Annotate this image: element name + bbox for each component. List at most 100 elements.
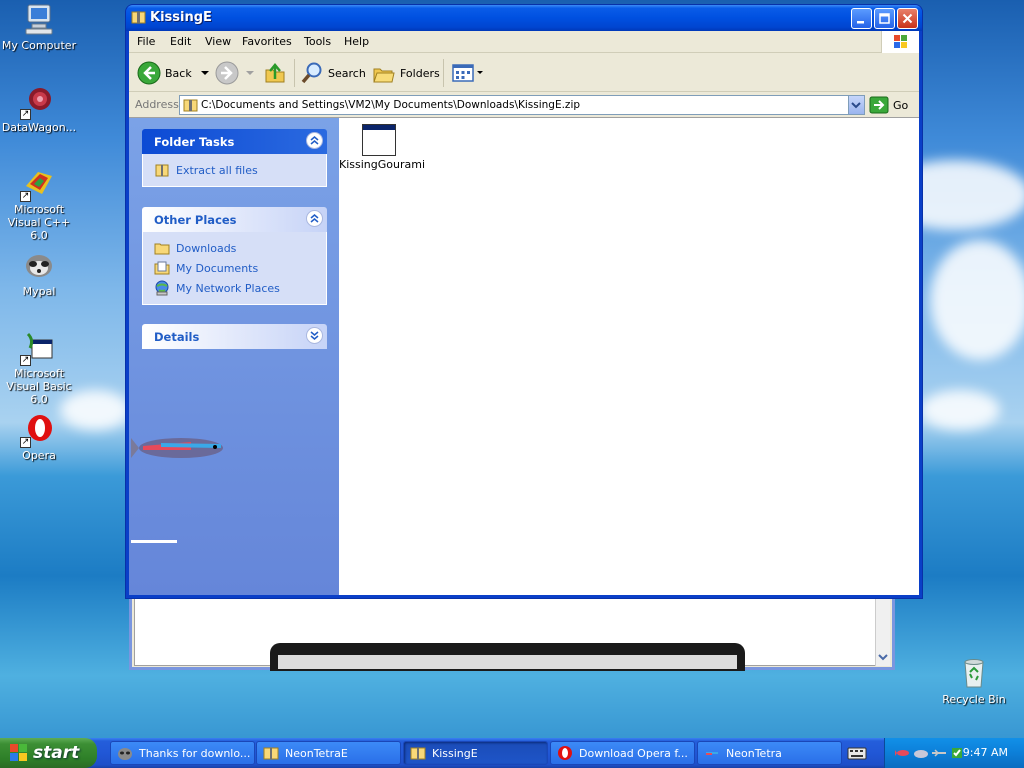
task-neontetra[interactable]: NeonTetra (697, 741, 842, 765)
address-input[interactable]: C:\Documents and Settings\VM2\My Documen… (179, 95, 865, 115)
my-computer-icon (22, 2, 56, 36)
tray-icon-network[interactable] (931, 745, 947, 761)
zip-folder-icon (183, 99, 198, 112)
task-label: Thanks for downlo... (139, 746, 251, 760)
file-name: KissingGourami (339, 158, 426, 171)
tray-icon-fish[interactable] (895, 745, 911, 761)
dropdown-arrow-icon[interactable] (243, 68, 257, 78)
menu-favorites[interactable]: Favorites (242, 35, 292, 48)
up-folder-button[interactable] (263, 59, 287, 87)
menu-bar: File Edit View Favorites Tools Help (129, 31, 919, 53)
desktop-icon-visual-cpp[interactable]: ↗ Microsoft Visual C++ 6.0 (0, 166, 78, 242)
menu-edit[interactable]: Edit (170, 35, 191, 48)
desktop-icon-recycle-bin[interactable]: Recycle Bin (935, 656, 1013, 706)
toolbar-separator (294, 59, 295, 87)
decorative-line (131, 540, 177, 543)
menu-view[interactable]: View (205, 35, 231, 48)
tray-icon-cloud[interactable] (913, 745, 929, 761)
menu-help[interactable]: Help (344, 35, 369, 48)
shortcut-arrow-icon: ↗ (20, 191, 31, 202)
zip-folder-icon (410, 747, 426, 760)
task-download-opera[interactable]: Download Opera f... (550, 741, 695, 765)
explorer-window[interactable]: KissingE File Edit View Favorites Tools … (125, 4, 923, 599)
system-tray: 9:47 AM (884, 738, 1024, 768)
folder-tasks-header[interactable]: Folder Tasks (142, 129, 327, 154)
window-title: KissingE (150, 10, 212, 25)
zip-folder-icon (131, 10, 146, 24)
back-button[interactable]: Back (137, 59, 212, 87)
fish-icon (131, 438, 223, 458)
cloud (920, 390, 1000, 430)
expand-chevron-icon[interactable] (306, 327, 323, 344)
file-item[interactable]: KissingGourami (339, 118, 426, 171)
desktop-icon-visual-basic[interactable]: ↗ Microsoft Visual Basic 6.0 (0, 330, 78, 406)
desktop-icon-my-computer[interactable]: My Computer (0, 2, 78, 52)
task-thanks-for-downloading[interactable]: Thanks for downlo... (110, 741, 255, 765)
keyboard-language-icon[interactable] (846, 744, 868, 762)
dropdown-arrow-icon[interactable] (198, 68, 212, 78)
up-folder-icon (265, 63, 285, 83)
background-window[interactable] (129, 596, 895, 671)
folder-tasks-panel: Folder Tasks Extract all files (142, 129, 327, 187)
task-extract-all-files[interactable]: Extract all files (154, 160, 316, 180)
address-bar: Address C:\Documents and Settings\VM2\My… (129, 93, 919, 117)
shortcut-arrow-icon: ↗ (20, 437, 31, 448)
search-label: Search (328, 66, 366, 80)
desktop-icon-datawagon[interactable]: ↗ DataWagon... (0, 84, 78, 134)
title-bar[interactable]: KissingE (126, 5, 922, 31)
start-label: start (33, 743, 80, 763)
other-places-panel: Other Places Downloads My Documents My N… (142, 207, 327, 305)
task-neontetrae[interactable]: NeonTetraE (256, 741, 401, 765)
start-button[interactable]: start (0, 738, 97, 768)
windows-logo-icon (10, 744, 27, 761)
address-label: Address (135, 98, 179, 111)
search-button[interactable]: Search (300, 59, 366, 87)
collapse-chevron-icon[interactable] (306, 132, 323, 149)
clock[interactable]: 9:47 AM (963, 746, 1008, 759)
desktop-icon-label: Microsoft Visual C++ 6.0 (7, 203, 71, 242)
folders-button[interactable]: Folders (372, 59, 440, 87)
windows-flag-icon (881, 31, 919, 53)
views-button[interactable] (451, 59, 485, 87)
task-label: Download Opera f... (579, 746, 688, 760)
place-downloads[interactable]: Downloads (154, 238, 316, 258)
other-places-header[interactable]: Other Places (142, 207, 327, 232)
details-header[interactable]: Details (142, 324, 327, 349)
cloud (930, 240, 1024, 360)
desktop-icon-label: Mypal (22, 285, 56, 298)
forward-arrow-icon (215, 61, 239, 85)
dropdown-arrow-icon (477, 71, 483, 74)
collapse-chevron-icon[interactable] (306, 210, 323, 227)
background-window-scrollbar[interactable] (875, 596, 890, 666)
place-my-network-places[interactable]: My Network Places (154, 278, 316, 298)
file-list: KissingGourami (339, 118, 919, 595)
go-button[interactable]: Go (869, 96, 908, 114)
place-my-documents[interactable]: My Documents (154, 258, 316, 278)
panel-title: Details (154, 330, 200, 344)
content-area: Folder Tasks Extract all files Other Pla… (129, 117, 919, 595)
task-kissinge[interactable]: KissingE (403, 741, 548, 765)
mypal-icon (22, 248, 56, 282)
maximize-button[interactable] (874, 8, 895, 29)
minimize-icon (857, 21, 864, 24)
visual-basic-icon: ↗ (20, 330, 56, 366)
standard-toolbar: Back Search Folders (129, 54, 919, 92)
minimize-button[interactable] (851, 8, 872, 29)
place-label: My Network Places (176, 281, 280, 295)
other-places-body: Downloads My Documents My Network Places (142, 232, 327, 305)
my-documents-icon (154, 261, 170, 275)
mypal-icon (118, 748, 132, 760)
back-label: Back (165, 66, 192, 80)
menu-tools[interactable]: Tools (304, 35, 331, 48)
desktop-icon-mypal[interactable]: Mypal (0, 248, 78, 298)
menu-file[interactable]: File (137, 35, 155, 48)
recycle-bin-icon (957, 656, 991, 690)
desktop-icon-opera[interactable]: ↗ Opera (0, 412, 78, 462)
address-dropdown-button[interactable] (848, 96, 864, 114)
neontetra-icon (706, 752, 718, 755)
forward-button[interactable] (215, 59, 257, 87)
desktop-icon-label: My Computer (1, 39, 77, 52)
close-button[interactable] (897, 8, 918, 29)
task-label: NeonTetra (726, 746, 782, 760)
desktop-icon-label: Microsoft Visual Basic 6.0 (6, 367, 72, 406)
